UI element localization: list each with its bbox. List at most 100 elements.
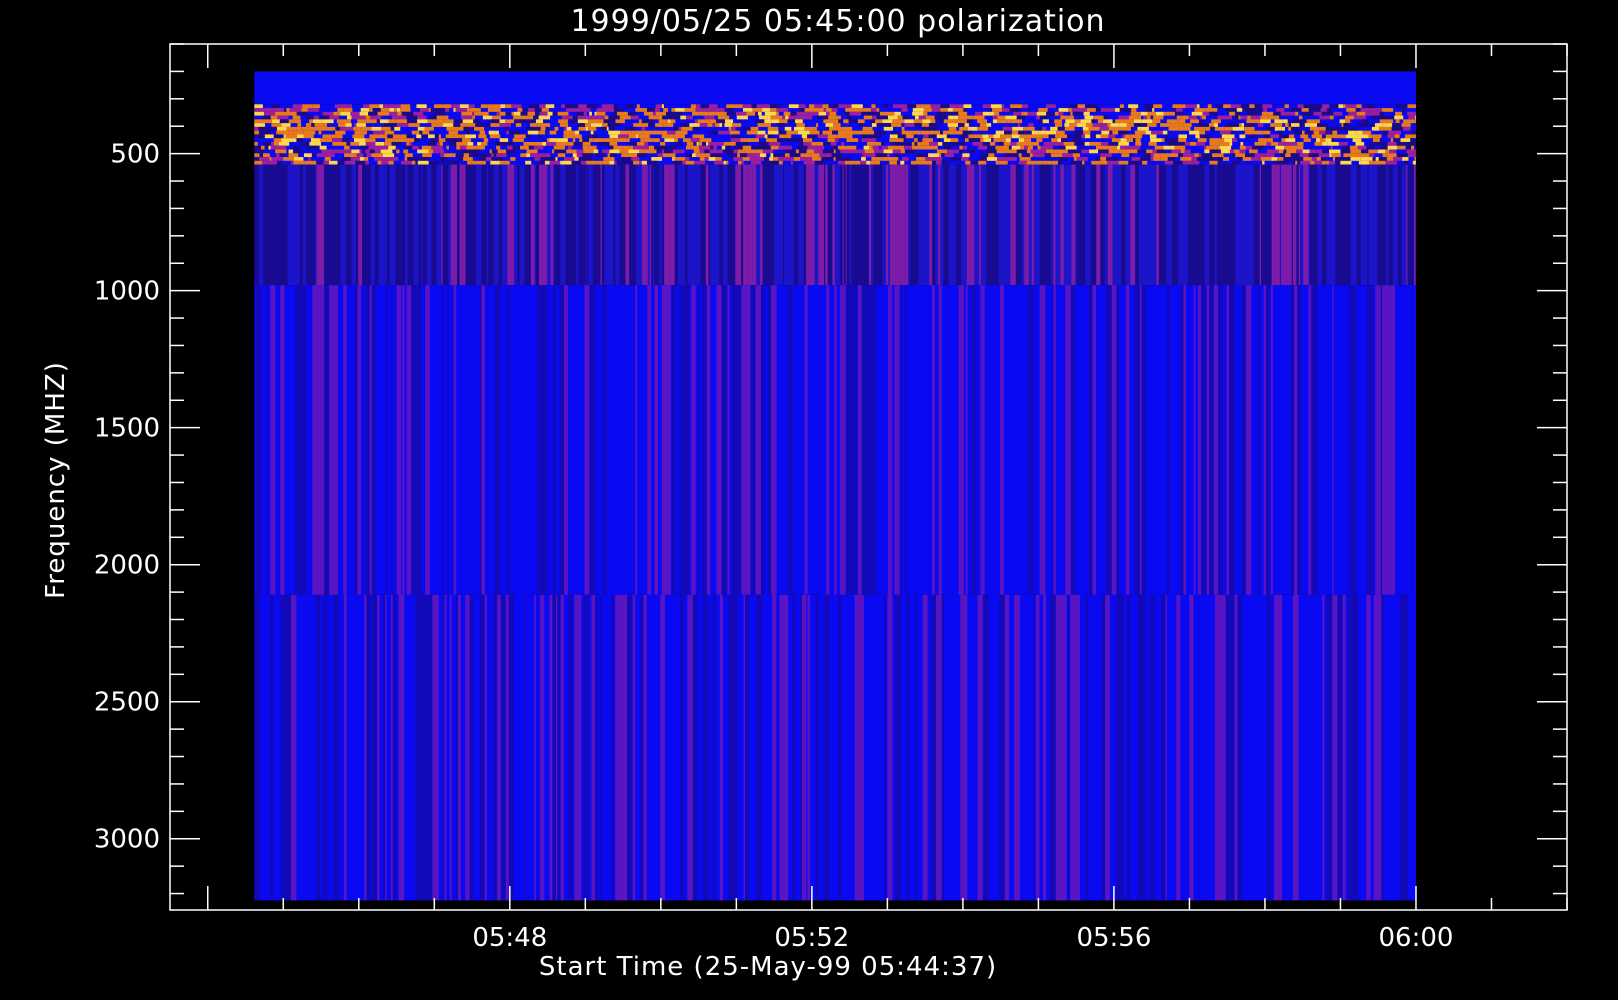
heatmap-cell [707,123,713,127]
heatmap-cell [1411,145,1415,150]
heatmap-cell [463,153,470,158]
heatmap-cell [1151,130,1163,135]
heatmap-cell [1002,126,1013,131]
heatmap-cell [343,149,352,154]
heatmap-cell [916,153,929,158]
heatmap-cell [955,119,967,124]
heatmap-stripe [1053,164,1056,286]
heatmap-cell [1205,108,1218,112]
heatmap-stripe [770,285,775,595]
heatmap-cell [354,138,366,142]
heatmap-cell [467,160,472,165]
heatmap-cell [1001,145,1009,150]
heatmap-cell [923,134,929,139]
heatmap-cell [273,138,282,142]
heatmap-cell [588,145,597,150]
heatmap-cell [338,123,346,127]
heatmap-stripe [1143,285,1147,595]
heatmap-cell [1336,126,1346,131]
heatmap-cell [419,130,423,135]
heatmap-cell [288,149,294,154]
heatmap-cell [428,108,431,112]
heatmap-cell [1203,145,1206,150]
heatmap-cell [932,160,937,165]
heatmap-cell [894,111,901,116]
heatmap-cell [520,145,529,150]
heatmap-stripe [1376,594,1382,901]
heatmap-cell [770,115,783,120]
heatmap-stripe [943,164,949,286]
heatmap-cell [339,126,343,131]
heatmap-cell [675,108,685,112]
heatmap-cell [782,157,794,161]
heatmap-stripe [887,285,893,595]
heatmap-stripe [385,285,387,595]
heatmap-cell [278,141,290,146]
heatmap-cell [936,160,942,165]
heatmap-cell [347,115,352,120]
heatmap-cell [1366,145,1375,150]
heatmap-cell [836,134,847,139]
heatmap-cell [770,145,779,150]
heatmap-cell [453,134,465,139]
heatmap-cell [653,111,656,116]
heatmap-cell [526,149,538,154]
heatmap-stripe [1176,594,1181,901]
heatmap-cell [1016,115,1026,120]
heatmap-cell [264,108,273,112]
heatmap-cell [796,123,805,127]
heatmap-stripe [627,594,633,901]
heatmap-cell [684,123,690,127]
heatmap-cell [1360,157,1373,161]
heatmap-cell [734,123,742,127]
heatmap-cell [1355,141,1365,146]
heatmap-cell [715,111,725,116]
heatmap-cell [1290,123,1300,127]
heatmap-stripe [1060,164,1064,286]
heatmap-cell [643,130,652,135]
heatmap-cell [1153,157,1161,161]
heatmap-cell [491,104,501,109]
heatmap-cell [708,157,716,161]
heatmap-cell [1240,115,1248,120]
heatmap-stripe [1216,164,1222,286]
heatmap-cell [1126,119,1134,124]
heatmap-cell [1023,126,1035,131]
heatmap-cell [844,111,850,116]
heatmap-cell [389,108,395,112]
heatmap-cell [368,145,378,150]
heatmap-cell [609,160,615,165]
heatmap-cell [557,153,566,158]
heatmap-stripe [316,164,322,286]
heatmap-cell [883,104,888,109]
heatmap-cell [722,149,734,154]
heatmap-cell [844,130,856,135]
heatmap-cell [1057,134,1068,139]
heatmap-cell [997,119,1008,124]
heatmap-cell [666,130,676,135]
heatmap-cell [428,160,440,165]
heatmap-cell [1411,130,1416,135]
heatmap-cell [670,123,674,127]
heatmap-cell [1120,138,1127,142]
heatmap-cell [1405,134,1413,139]
heatmap-cell [955,149,960,154]
heatmap-cell [480,104,488,109]
heatmap-stripe [601,164,605,286]
heatmap-cell [285,134,297,139]
heatmap-stripe [785,594,789,901]
heatmap-stripe [630,164,637,286]
heatmap-cell [448,130,459,135]
heatmap-cell [832,130,838,135]
heatmap-cell [783,111,791,116]
heatmap-cell [655,111,667,116]
heatmap-cell [1099,126,1104,131]
heatmap-cell [960,134,969,139]
heatmap-cell [1209,138,1222,142]
heatmap-cell [415,160,418,165]
heatmap-cell [1224,138,1233,142]
heatmap-cell [1361,149,1369,154]
heatmap-cell [1037,145,1041,150]
heatmap-cell [861,138,866,142]
heatmap-cell [618,134,629,139]
